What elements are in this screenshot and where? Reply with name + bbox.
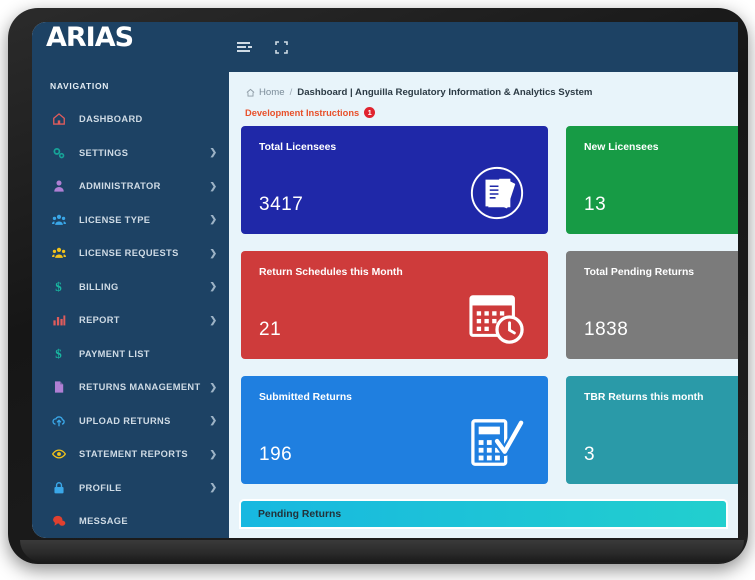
- calculator-check-icon: [466, 412, 528, 474]
- stat-card-title: Submitted Returns: [259, 392, 352, 403]
- stat-card-submitted-returns[interactable]: Submitted Returns 196: [241, 376, 548, 484]
- stat-card-row: Total Licensees 3417 New Licensees 13: [241, 126, 738, 234]
- chevron-right-icon: ❯: [209, 180, 217, 191]
- sidebar-item-label: MESSAGE: [79, 516, 128, 527]
- sidebar-item-label: PROFILE: [79, 482, 122, 493]
- sidebar-item-message[interactable]: MESSAGE❯: [32, 505, 229, 539]
- documents-stack-icon: [466, 162, 528, 224]
- sidebar-item-upload-returns[interactable]: UPLOAD RETURNS ❯: [32, 404, 229, 438]
- sidebar-item-label: LICENSE TYPE: [79, 214, 151, 225]
- chevron-right-icon: ❯: [209, 314, 217, 325]
- breadcrumb-separator: /: [289, 87, 293, 98]
- stat-card-title: Return Schedules this Month: [259, 267, 403, 278]
- sidebar-item-label: REPORT: [79, 315, 120, 326]
- topbar: [229, 22, 738, 72]
- menu-toggle-icon[interactable]: [237, 40, 253, 54]
- sidebar-item-payment-list[interactable]: $PAYMENT LIST❯: [32, 337, 229, 371]
- breadcrumb-current: Dashboard | Anguilla Regulatory Informat…: [297, 87, 593, 98]
- sidebar: ARIAS NAVIGATION DASHBOARD❯SETTINGS❯ADMI…: [32, 22, 229, 538]
- chevron-right-icon: ❯: [209, 482, 217, 493]
- development-instructions[interactable]: Development Instructions 1: [241, 98, 726, 126]
- calendar-clock-icon: [466, 287, 528, 349]
- sidebar-item-report[interactable]: REPORT ❯: [32, 304, 229, 338]
- users-icon: [50, 212, 67, 227]
- status-badge: 1: [364, 107, 376, 118]
- logo-text: ARIAS: [46, 22, 134, 54]
- stat-card-title: TBR Returns this month: [584, 392, 704, 403]
- main-area: Home / Dashboard | Anguilla Regulatory I…: [229, 22, 738, 538]
- pending-returns-panel-header[interactable]: Pending Returns: [241, 501, 726, 527]
- content-area: Home / Dashboard | Anguilla Regulatory I…: [229, 72, 738, 538]
- device-frame: ARIAS NAVIGATION DASHBOARD❯SETTINGS❯ADMI…: [8, 8, 748, 564]
- sidebar-item-statement-reports[interactable]: STATEMENT REPORTS ❯: [32, 438, 229, 472]
- fullscreen-expand-icon[interactable]: [275, 40, 288, 54]
- stat-card-title: New Licensees: [584, 142, 659, 153]
- chevron-right-icon: ❯: [209, 381, 217, 392]
- cloud-upload-icon: [50, 413, 67, 428]
- pending-returns-title: Pending Returns: [258, 508, 342, 520]
- stat-card-value: 1838: [584, 319, 629, 340]
- users-group-icon: [50, 246, 67, 261]
- lock-icon: [50, 480, 67, 495]
- stat-card-title: Total Pending Returns: [584, 267, 695, 278]
- stat-cards-container: Total Licensees 3417 New Licensees 13 Return…: [241, 126, 738, 484]
- bar-chart-icon: [50, 313, 67, 328]
- brand-logo[interactable]: ARIAS: [32, 22, 229, 54]
- sidebar-item-label: STATEMENT REPORTS: [79, 449, 188, 460]
- stat-card-value: 3: [584, 444, 596, 465]
- stat-card-value: 3417: [259, 194, 304, 215]
- dollar-icon: $: [55, 346, 62, 362]
- home-icon: [50, 112, 67, 127]
- chevron-right-icon: ❯: [209, 415, 217, 426]
- sidebar-item-label: UPLOAD RETURNS: [79, 415, 171, 426]
- user-icon: [50, 179, 67, 194]
- breadcrumb-home-label: Home: [259, 87, 285, 98]
- stat-card-value: 13: [584, 194, 607, 215]
- sidebar-nav: DASHBOARD❯SETTINGS❯ADMINISTRATOR❯LICENSE…: [32, 103, 229, 539]
- sidebar-item-label: BILLING: [79, 281, 119, 292]
- sidebar-item-returns-management[interactable]: RETURNS MANAGEMENT ❯: [32, 371, 229, 405]
- gears-icon: [50, 145, 67, 160]
- chevron-right-icon: ❯: [209, 214, 217, 225]
- sidebar-item-license-type[interactable]: LICENSE TYPE ❯: [32, 203, 229, 237]
- sidebar-item-label: SETTINGS: [79, 147, 129, 158]
- stat-card-value: 21: [259, 319, 282, 340]
- sidebar-item-label: RETURNS MANAGEMENT: [79, 382, 201, 393]
- sidebar-item-license-requests[interactable]: LICENSE REQUESTS ❯: [32, 237, 229, 271]
- stat-card-total-licensees[interactable]: Total Licensees 3417: [241, 126, 548, 234]
- home-icon: [246, 88, 255, 97]
- stat-card-row: Submitted Returns 196 TBR Returns this mon…: [241, 376, 738, 484]
- chevron-right-icon: ❯: [209, 281, 217, 292]
- sidebar-item-label: LICENSE REQUESTS: [79, 248, 179, 259]
- screen: ARIAS NAVIGATION DASHBOARD❯SETTINGS❯ADMI…: [32, 22, 738, 538]
- sidebar-item-administrator[interactable]: ADMINISTRATOR ❯: [32, 170, 229, 204]
- stat-card-total-pending-returns[interactable]: Total Pending Returns 1838: [566, 251, 738, 359]
- sidebar-item-settings[interactable]: SETTINGS ❯: [32, 136, 229, 170]
- chevron-right-icon: ❯: [209, 147, 217, 158]
- stat-card-tbr-returns-this-month[interactable]: TBR Returns this month 3: [566, 376, 738, 484]
- stat-card-return-schedules-this-month[interactable]: Return Schedules this Month 21: [241, 251, 548, 359]
- sidebar-item-profile[interactable]: PROFILE ❯: [32, 471, 229, 505]
- sidebar-section-label: NAVIGATION: [50, 80, 110, 91]
- document-icon: [50, 380, 67, 395]
- sidebar-item-dashboard[interactable]: DASHBOARD❯: [32, 103, 229, 137]
- sidebar-item-label: PAYMENT LIST: [79, 348, 150, 359]
- stat-card-row: Return Schedules this Month 21 Total Pendi…: [241, 251, 738, 359]
- stat-card-title: Total Licensees: [259, 142, 337, 153]
- stat-card-new-licensees[interactable]: New Licensees 13: [566, 126, 738, 234]
- chat-bubble-icon: [50, 514, 67, 529]
- development-instructions-label: Development Instructions: [245, 107, 360, 118]
- chevron-right-icon: ❯: [209, 247, 217, 258]
- eye-icon: [50, 447, 67, 462]
- stat-card-value: 196: [259, 444, 293, 465]
- sidebar-item-label: ADMINISTRATOR: [79, 181, 161, 192]
- chevron-right-icon: ❯: [209, 448, 217, 459]
- dollar-icon: $: [55, 279, 62, 295]
- sidebar-item-billing[interactable]: $ BILLING ❯: [32, 270, 229, 304]
- sidebar-item-label: DASHBOARD: [79, 114, 143, 125]
- breadcrumb: Home / Dashboard | Anguilla Regulatory I…: [241, 72, 726, 98]
- breadcrumb-home[interactable]: Home: [246, 87, 285, 98]
